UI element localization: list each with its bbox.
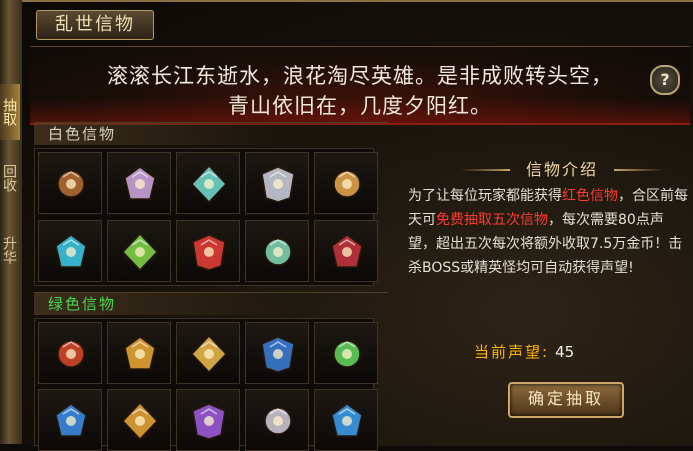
white-item-slot[interactable] <box>176 152 240 214</box>
green-item-slot[interactable] <box>38 389 102 451</box>
white-item-slot[interactable] <box>314 152 378 214</box>
confirm-draw-button[interactable]: 确定抽取 <box>508 382 624 418</box>
green-item-slot[interactable] <box>245 322 309 384</box>
green-item-slot[interactable] <box>38 322 102 384</box>
azure-crystal-bloom-icon <box>331 403 363 437</box>
side-tab-draw[interactable]: 抽取 <box>0 84 20 140</box>
poem-line-1: 滚滚长江东逝水，浪花淘尽英雄。是非成败转头空， <box>107 64 613 88</box>
side-tab-recycle[interactable]: 回收 <box>0 150 20 206</box>
side-tab-sublimate[interactable]: 升华 <box>0 222 20 278</box>
rainbow-feather-crest-icon <box>264 237 292 266</box>
title-ornament-right <box>614 169 664 171</box>
green-item-slot[interactable] <box>314 389 378 451</box>
poem-text: 滚滚长江东逝水，浪花淘尽英雄。是非成败转头空， 青山依旧在，几度夕阳红。 <box>50 61 670 121</box>
reputation-value: 45 <box>555 343 575 361</box>
golden-spiked-orb-icon <box>124 336 156 370</box>
blue-gem-tablet-icon <box>261 336 295 373</box>
gold-winged-crown-icon <box>190 334 228 374</box>
question-mark-icon[interactable]: ? <box>650 65 680 95</box>
white-item-slot[interactable] <box>245 219 309 282</box>
white-item-slot[interactable] <box>245 152 309 214</box>
sapphire-orb-crest-icon <box>55 403 87 437</box>
white-item-slot[interactable] <box>107 219 171 282</box>
crimson-horned-mask-icon <box>331 233 363 268</box>
white-item-slot[interactable] <box>314 219 378 282</box>
silver-spiked-crest-icon <box>124 166 156 200</box>
reputation-row: 当前声望: 45 <box>474 340 574 364</box>
info-text-1: 为了让每位玩家都能获得 <box>408 188 562 204</box>
cyan-orb-talisman-icon <box>55 233 87 268</box>
poem-line-2: 青山依旧在，几度夕阳红。 <box>228 94 492 118</box>
window-title: 乱世信物 <box>36 10 154 40</box>
green-item-slot[interactable] <box>176 389 240 451</box>
side-tab-bar: 抽取 回收 升华 <box>0 0 24 444</box>
poem-header: 滚滚长江东逝水，浪花淘尽英雄。是非成败转头空， 青山依旧在，几度夕阳红。 ? <box>30 46 690 125</box>
reputation-label: 当前声望: <box>474 343 550 361</box>
white-item-slot[interactable] <box>107 152 171 214</box>
bronze-medallion-icon <box>57 170 85 198</box>
red-diamond-emblem-icon <box>192 233 226 271</box>
silver-shield-crest-icon <box>261 166 295 203</box>
emerald-wing-crest-icon <box>333 340 361 368</box>
teal-crown-emblem-icon <box>190 164 228 204</box>
jade-blade-charm-icon <box>121 232 159 271</box>
violet-flame-crest-icon <box>192 403 226 440</box>
white-item-slot[interactable] <box>38 152 102 214</box>
gold-wing-emblem-icon <box>333 170 361 198</box>
section-label-green: 绿色信物 <box>34 292 388 315</box>
white-item-grid <box>34 148 378 286</box>
green-item-slot[interactable] <box>107 322 171 384</box>
ember-horned-helm-icon <box>57 340 85 368</box>
royal-gold-crown-icon <box>121 401 159 441</box>
green-item-grid <box>34 318 378 451</box>
main-panel: 乱世信物 滚滚长江东逝水，浪花淘尽英雄。是非成败转头空， 青山依旧在，几度夕阳红… <box>22 0 693 451</box>
green-item-slot[interactable] <box>107 389 171 451</box>
green-item-slot[interactable] <box>245 389 309 451</box>
info-highlight-free-draw: 免费抽取五次信物 <box>436 212 548 228</box>
silver-winged-blade-icon <box>264 407 292 435</box>
green-item-slot[interactable] <box>176 322 240 384</box>
section-label-white: 白色信物 <box>34 122 388 145</box>
info-description: 为了让每位玩家都能获得红色信物，合区前每天可免费抽取五次信物，每次需要80点声望… <box>408 184 690 280</box>
white-item-slot[interactable] <box>176 219 240 282</box>
white-item-slot[interactable] <box>38 219 102 282</box>
green-item-slot[interactable] <box>314 322 378 384</box>
info-highlight-red-item: 红色信物 <box>562 188 618 204</box>
